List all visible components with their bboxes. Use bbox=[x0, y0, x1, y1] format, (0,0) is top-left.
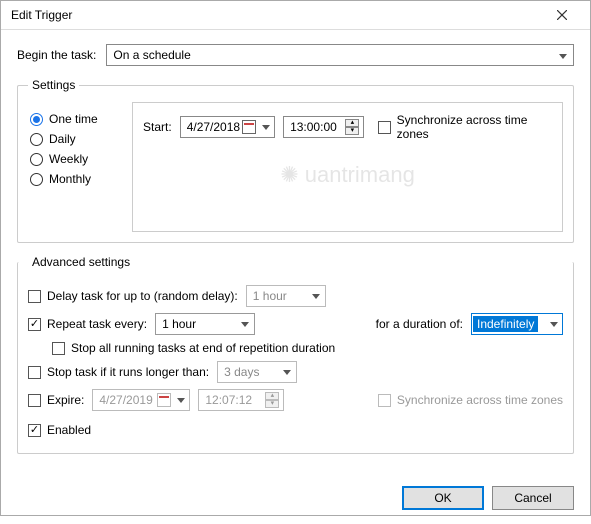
begin-task-dropdown[interactable]: On a schedule bbox=[106, 44, 574, 66]
stop-long-checkbox[interactable]: Stop task if it runs longer than: bbox=[28, 365, 209, 379]
checkbox-icon bbox=[52, 342, 65, 355]
dialog-footer: OK Cancel bbox=[1, 476, 590, 524]
radio-icon bbox=[30, 113, 43, 126]
begin-task-row: Begin the task: On a schedule bbox=[17, 44, 574, 66]
expire-time-picker: 12:07:12 ▴▾ bbox=[198, 389, 284, 411]
cancel-label: Cancel bbox=[514, 491, 551, 505]
enabled-checkbox[interactable]: Enabled bbox=[28, 423, 91, 437]
settings-group: Settings One time Daily Weekly bbox=[17, 78, 574, 243]
sync-tz-label: Synchronize across time zones bbox=[397, 113, 552, 141]
radio-icon bbox=[30, 133, 43, 146]
stop-long-row: Stop task if it runs longer than: 3 days bbox=[28, 361, 563, 383]
advanced-legend: Advanced settings bbox=[28, 255, 134, 269]
spinner-icon: ▴▾ bbox=[343, 119, 361, 135]
expire-label: Expire: bbox=[47, 393, 84, 407]
start-time-picker[interactable]: 13:00:00 ▴▾ bbox=[283, 116, 364, 138]
duration-label: for a duration of: bbox=[376, 317, 463, 331]
settings-legend: Settings bbox=[28, 78, 79, 92]
expire-row: Expire: 4/27/2019 12:07:12 ▴▾ Synchroniz… bbox=[28, 389, 563, 411]
delay-dropdown: 1 hour bbox=[246, 285, 326, 307]
checkbox-icon bbox=[28, 424, 41, 437]
radio-icon bbox=[30, 173, 43, 186]
spinner-icon: ▴▾ bbox=[263, 392, 281, 408]
radio-label: Weekly bbox=[49, 152, 88, 166]
expire-date-picker: 4/27/2019 bbox=[92, 389, 190, 411]
dialog-content: Begin the task: On a schedule Settings O… bbox=[1, 30, 590, 476]
ok-label: OK bbox=[434, 491, 451, 505]
chevron-down-icon bbox=[546, 319, 562, 329]
radio-icon bbox=[30, 153, 43, 166]
chevron-down-icon bbox=[555, 48, 571, 62]
radio-label: Monthly bbox=[49, 172, 91, 186]
expire-time-value: 12:07:12 bbox=[205, 393, 252, 407]
duration-value: Indefinitely bbox=[473, 316, 538, 332]
repeat-checkbox[interactable]: Repeat task every: bbox=[28, 317, 147, 331]
delay-value: 1 hour bbox=[253, 289, 287, 303]
frequency-column: One time Daily Weekly Monthly bbox=[28, 102, 120, 232]
repeat-row: Repeat task every: 1 hour for a duration… bbox=[28, 313, 563, 335]
expire-sync-label: Synchronize across time zones bbox=[397, 393, 563, 407]
checkbox-icon bbox=[28, 394, 41, 407]
cancel-button[interactable]: Cancel bbox=[492, 486, 574, 510]
radio-daily[interactable]: Daily bbox=[30, 132, 120, 146]
repeat-dropdown[interactable]: 1 hour bbox=[155, 313, 255, 335]
checkbox-icon bbox=[28, 366, 41, 379]
delay-label: Delay task for up to (random delay): bbox=[47, 289, 238, 303]
checkbox-icon bbox=[378, 121, 390, 134]
radio-label: One time bbox=[49, 112, 98, 126]
expire-date-value: 4/27/2019 bbox=[99, 393, 152, 407]
begin-task-label: Begin the task: bbox=[17, 48, 96, 62]
repeat-label: Repeat task every: bbox=[47, 317, 147, 331]
expire-sync-checkbox: Synchronize across time zones bbox=[378, 393, 563, 407]
close-icon bbox=[557, 10, 567, 20]
duration-dropdown[interactable]: Indefinitely bbox=[471, 313, 563, 335]
delay-checkbox[interactable]: Delay task for up to (random delay): bbox=[28, 289, 238, 303]
stop-long-dropdown: 3 days bbox=[217, 361, 297, 383]
enabled-row: Enabled bbox=[28, 423, 563, 437]
radio-label: Daily bbox=[49, 132, 76, 146]
checkbox-icon bbox=[28, 290, 41, 303]
begin-task-value: On a schedule bbox=[113, 48, 190, 62]
stop-long-value: 3 days bbox=[224, 365, 259, 379]
enabled-label: Enabled bbox=[47, 423, 91, 437]
chevron-down-icon bbox=[280, 367, 294, 377]
advanced-settings-group: Advanced settings Delay task for up to (… bbox=[17, 255, 574, 454]
ok-button[interactable]: OK bbox=[402, 486, 484, 510]
delay-row: Delay task for up to (random delay): 1 h… bbox=[28, 285, 563, 307]
stop-repetition-row: Stop all running tasks at end of repetit… bbox=[52, 341, 563, 355]
start-date-value: 4/27/2018 bbox=[187, 120, 240, 134]
schedule-detail-panel: Start: 4/27/2018 13:00:00 ▴▾ bbox=[132, 102, 563, 232]
chevron-down-icon bbox=[309, 291, 323, 301]
watermark: ✺ uantrimang bbox=[280, 162, 415, 188]
sync-tz-checkbox[interactable]: Synchronize across time zones bbox=[378, 113, 552, 141]
calendar-icon bbox=[240, 120, 258, 134]
expire-checkbox[interactable]: Expire: bbox=[28, 393, 84, 407]
radio-one-time[interactable]: One time bbox=[30, 112, 120, 126]
start-time-value: 13:00:00 bbox=[290, 120, 337, 134]
checkbox-icon bbox=[28, 318, 41, 331]
edit-trigger-dialog: Edit Trigger Begin the task: On a schedu… bbox=[0, 0, 591, 516]
stop-repetition-label: Stop all running tasks at end of repetit… bbox=[71, 341, 335, 355]
chevron-down-icon bbox=[238, 319, 252, 329]
chevron-down-icon bbox=[175, 398, 187, 403]
close-button[interactable] bbox=[542, 1, 582, 29]
radio-monthly[interactable]: Monthly bbox=[30, 172, 120, 186]
stop-long-label: Stop task if it runs longer than: bbox=[47, 365, 209, 379]
checkbox-icon bbox=[378, 394, 391, 407]
start-date-picker[interactable]: 4/27/2018 bbox=[180, 116, 275, 138]
start-label: Start: bbox=[143, 120, 172, 134]
stop-repetition-checkbox[interactable]: Stop all running tasks at end of repetit… bbox=[52, 341, 335, 355]
titlebar: Edit Trigger bbox=[1, 1, 590, 30]
radio-weekly[interactable]: Weekly bbox=[30, 152, 120, 166]
repeat-value: 1 hour bbox=[162, 317, 196, 331]
chevron-down-icon bbox=[260, 125, 272, 130]
window-title: Edit Trigger bbox=[11, 8, 542, 22]
calendar-icon bbox=[155, 393, 173, 407]
